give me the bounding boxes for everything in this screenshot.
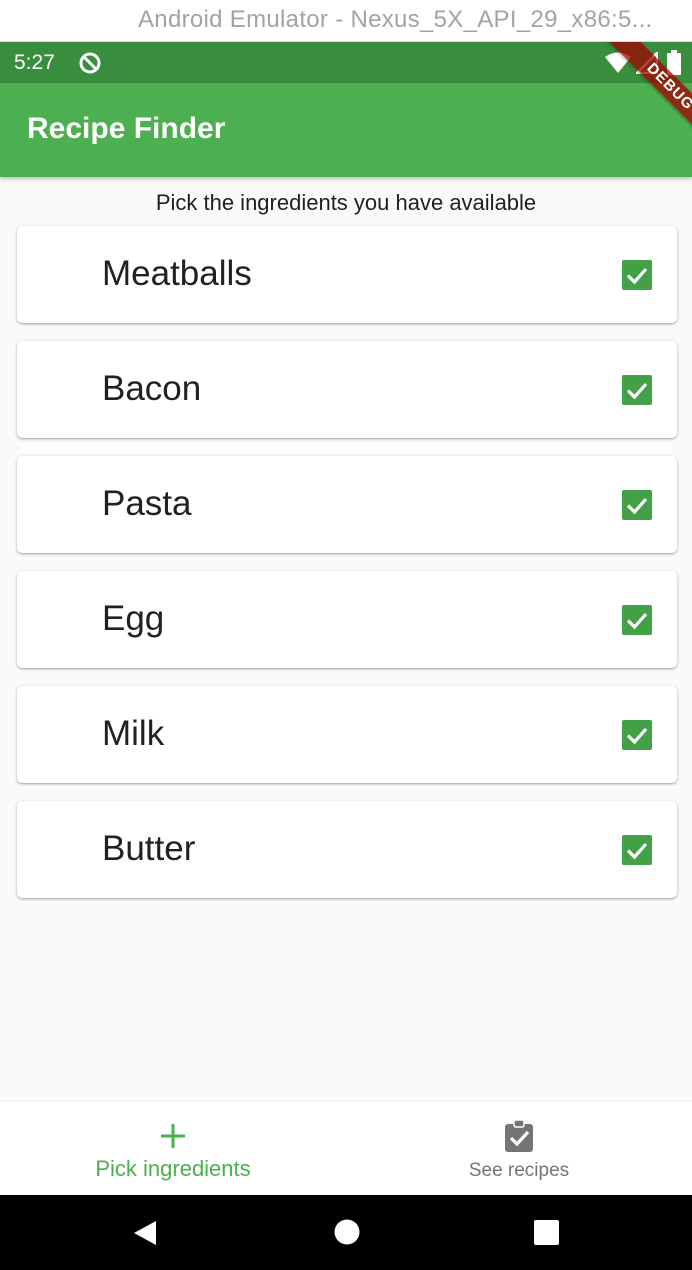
clipboard-check-icon — [505, 1119, 533, 1152]
ingredient-card-meatballs[interactable]: Meatballs — [17, 226, 677, 323]
ingredient-checkbox[interactable] — [622, 490, 652, 520]
recents-icon[interactable] — [534, 1220, 559, 1245]
battery-icon — [667, 50, 681, 75]
sync-icon — [79, 52, 101, 74]
ingredient-name: Milk — [102, 714, 165, 753]
system-navigation-bar — [0, 1195, 692, 1270]
ingredient-checkbox[interactable] — [622, 720, 652, 750]
ingredient-card-bacon[interactable]: Bacon — [17, 341, 677, 438]
bottom-navigation: Pick ingredients See recipes — [0, 1100, 692, 1195]
check-icon — [626, 612, 648, 630]
ingredient-checkbox[interactable] — [622, 605, 652, 635]
nav-item-pick-ingredients[interactable]: Pick ingredients — [0, 1101, 346, 1196]
app-bar: Recipe Finder — [0, 83, 692, 177]
nav-label-pick-ingredients: Pick ingredients — [95, 1156, 251, 1181]
ingredient-name: Pasta — [102, 484, 192, 523]
ingredient-list: Meatballs Bacon Pasta Egg Milk Butter — [17, 226, 677, 916]
check-icon — [626, 727, 648, 745]
app-title: Recipe Finder — [27, 112, 226, 145]
nav-label-see-recipes: See recipes — [468, 1160, 570, 1181]
ingredient-name: Egg — [102, 599, 165, 638]
ingredient-card-pasta[interactable]: Pasta — [17, 456, 677, 553]
back-icon[interactable] — [131, 1219, 159, 1247]
ingredient-checkbox[interactable] — [622, 375, 652, 405]
ingredient-name: Butter — [102, 829, 196, 868]
ingredient-card-milk[interactable]: Milk — [17, 686, 677, 783]
wifi-icon — [605, 52, 631, 73]
signal-icon — [636, 52, 658, 74]
emulator-title-bar: Android Emulator - Nexus_5X_API_29_x86:5… — [0, 0, 692, 42]
plus-icon — [161, 1124, 185, 1148]
ingredient-name: Meatballs — [102, 254, 252, 293]
instruction-text: Pick the ingredients you have available — [155, 190, 537, 215]
check-icon — [626, 842, 648, 860]
ingredient-name: Bacon — [102, 369, 202, 408]
window-title: Android Emulator - Nexus_5X_API_29_x86:5… — [138, 6, 653, 33]
check-icon — [626, 497, 648, 515]
ingredient-card-egg[interactable]: Egg — [17, 571, 677, 668]
status-time: 5:27 — [14, 51, 55, 74]
check-icon — [626, 382, 648, 400]
ingredient-checkbox[interactable] — [622, 835, 652, 865]
ingredient-checkbox[interactable] — [622, 260, 652, 290]
status-bar: 5:27 — [0, 42, 692, 83]
home-icon[interactable] — [334, 1219, 360, 1245]
ingredient-card-butter[interactable]: Butter — [17, 801, 677, 898]
nav-item-see-recipes[interactable]: See recipes — [346, 1101, 692, 1196]
check-icon — [626, 267, 648, 285]
